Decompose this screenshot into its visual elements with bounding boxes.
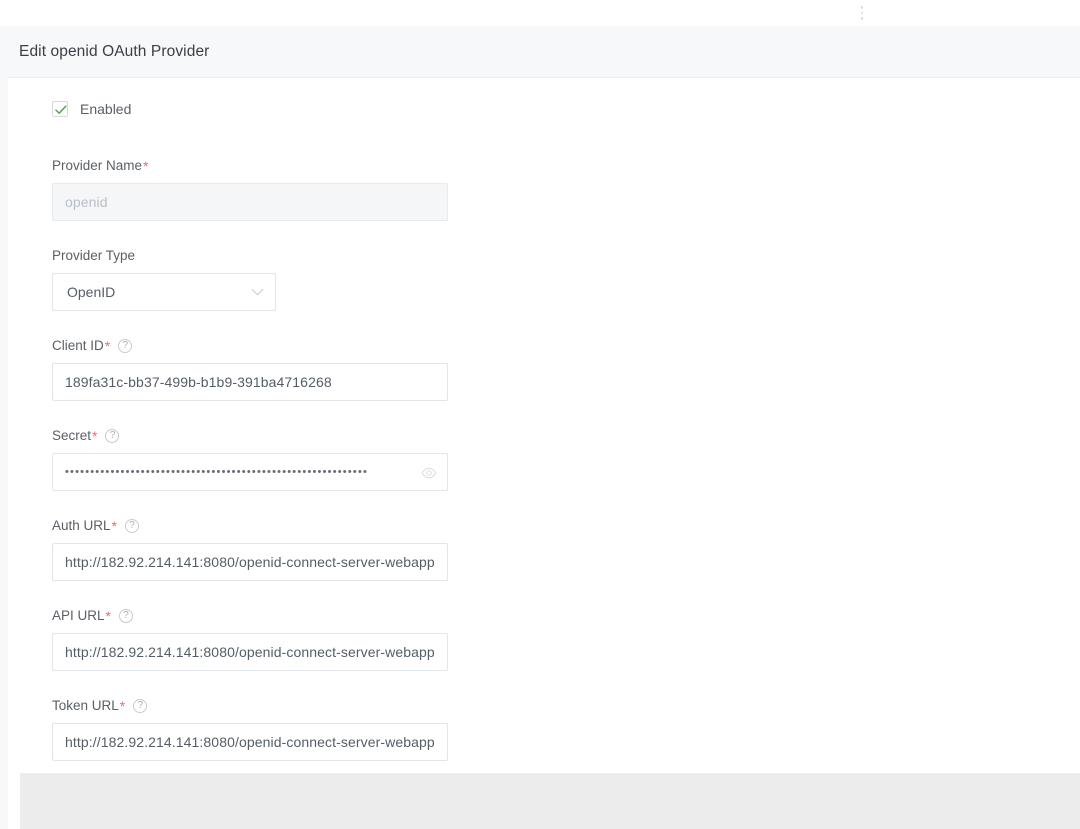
oauth-provider-form: Enabled Provider Name * openid Provider …	[52, 78, 572, 761]
auth-url-label-text: Auth URL	[52, 518, 111, 533]
client-id-label-text: Client ID	[52, 338, 104, 353]
api-url-value: http://182.92.214.141:8080/openid-connec…	[65, 644, 435, 660]
client-id-input[interactable]: 189fa31c-bb37-499b-b1b9-391ba4716268	[52, 363, 448, 401]
token-url-value: http://182.92.214.141:8080/openid-connec…	[65, 734, 435, 750]
client-id-value: 189fa31c-bb37-499b-b1b9-391ba4716268	[65, 374, 332, 390]
chevron-down-icon	[251, 288, 264, 295]
provider-name-label-text: Provider Name	[52, 158, 143, 173]
auth-url-value: http://182.92.214.141:8080/openid-connec…	[65, 554, 435, 570]
provider-type-label: Provider Type	[52, 248, 572, 264]
question-mark-icon[interactable]: ?	[118, 339, 133, 353]
provider-type-field-group: Provider Type OpenID	[52, 248, 572, 311]
provider-type-value: OpenID	[67, 284, 116, 300]
auth-url-label: Auth URL * ?	[52, 518, 572, 534]
question-mark-icon[interactable]: ?	[133, 699, 148, 713]
secret-field-group: Secret * ? •••••••••••••••••••••••••••••…	[52, 428, 572, 491]
client-id-field-group: Client ID * ? 189fa31c-bb37-499b-b1b9-39…	[52, 338, 572, 401]
auth-url-field-group: Auth URL * ? http://182.92.214.141:8080/…	[52, 518, 572, 581]
secret-label-text: Secret	[52, 428, 92, 443]
api-url-input[interactable]: http://182.92.214.141:8080/openid-connec…	[52, 633, 448, 671]
token-url-label: Token URL * ?	[52, 698, 572, 714]
token-url-field-group: Token URL * ? http://182.92.214.141:8080…	[52, 698, 572, 761]
api-url-label: API URL * ?	[52, 608, 572, 624]
check-icon	[55, 105, 67, 114]
required-marker: *	[111, 517, 117, 534]
provider-name-field-group: Provider Name * openid	[52, 158, 572, 221]
auth-url-input[interactable]: http://182.92.214.141:8080/openid-connec…	[52, 543, 448, 581]
oauth-provider-edit-page: Edit openid OAuth Provider Enabled Provi…	[0, 0, 1080, 829]
provider-name-value: openid	[65, 194, 108, 210]
required-marker: *	[143, 157, 149, 174]
provider-name-label: Provider Name *	[52, 158, 572, 174]
top-strip	[0, 0, 1080, 26]
question-mark-icon[interactable]: ?	[124, 519, 139, 533]
footer-band	[20, 773, 1080, 829]
token-url-input[interactable]: http://182.92.214.141:8080/openid-connec…	[52, 723, 448, 761]
page-title: Edit openid OAuth Provider	[19, 42, 210, 60]
page-header: Edit openid OAuth Provider	[8, 26, 1080, 78]
provider-type-select[interactable]: OpenID	[52, 273, 276, 311]
required-marker: *	[105, 607, 111, 624]
token-url-label-text: Token URL	[52, 698, 119, 713]
required-marker: *	[104, 337, 111, 354]
enabled-checkbox-row[interactable]: Enabled	[52, 98, 572, 120]
api-url-field-group: API URL * ? http://182.92.214.141:8080/o…	[52, 608, 572, 671]
question-mark-icon[interactable]: ?	[105, 429, 120, 443]
enabled-checkbox[interactable]	[52, 101, 68, 117]
enabled-label: Enabled	[80, 101, 132, 117]
api-url-label-text: API URL	[52, 608, 105, 623]
kebab-menu-icon[interactable]	[855, 4, 869, 22]
question-mark-icon[interactable]: ?	[118, 609, 133, 623]
secret-value: ••••••••••••••••••••••••••••••••••••••••…	[65, 466, 369, 478]
left-rail	[0, 26, 8, 829]
client-id-label: Client ID * ?	[52, 338, 572, 354]
secret-input[interactable]: ••••••••••••••••••••••••••••••••••••••••…	[52, 453, 448, 491]
provider-type-label-text: Provider Type	[52, 248, 136, 263]
form-card: Enabled Provider Name * openid Provider …	[20, 78, 1072, 773]
secret-label: Secret * ?	[52, 428, 572, 444]
provider-name-input[interactable]: openid	[52, 183, 448, 221]
required-marker: *	[119, 697, 126, 714]
eye-icon[interactable]	[421, 465, 437, 481]
required-marker: *	[92, 427, 98, 444]
